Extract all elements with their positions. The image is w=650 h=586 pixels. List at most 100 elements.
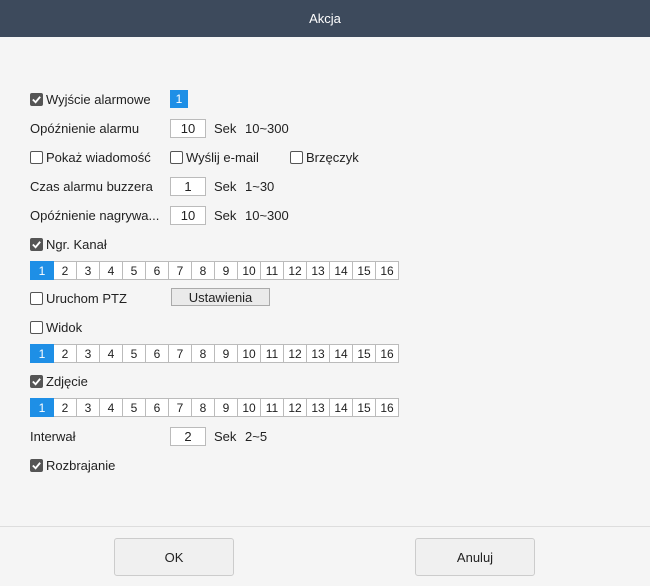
buzzer-time-label: Czas alarmu buzzera (30, 178, 153, 194)
snapshot-channel-selector: 1 2 3 4 5 6 7 8 9 10 11 12 13 14 15 16 (30, 398, 399, 417)
record-channel-channel-10[interactable]: 10 (237, 261, 261, 280)
alarm-delay-input[interactable]: 10 (170, 119, 206, 138)
snapshot-channel-1[interactable]: 1 (30, 398, 54, 417)
snapshot-channel-5[interactable]: 5 (122, 398, 146, 417)
record-channel-channel-2[interactable]: 2 (53, 261, 77, 280)
alarm-output-label: Wyjście alarmowe (46, 91, 151, 107)
record-channel-channel-12[interactable]: 12 (283, 261, 307, 280)
interval-range: 2~5 (245, 429, 268, 444)
snapshot-row[interactable]: Zdjęcie (30, 371, 88, 391)
buzzer-time-range: 1~30 (245, 179, 275, 194)
action-form: Wyjście alarmowe 1 Opóźnienie alarmu 10 … (0, 37, 650, 526)
snapshot-channel-8[interactable]: 8 (191, 398, 215, 417)
snapshot-channel-2[interactable]: 2 (53, 398, 77, 417)
alarm-output-checkbox[interactable] (30, 92, 43, 106)
record-channel-channel-13[interactable]: 13 (306, 261, 330, 280)
send-email-checkbox[interactable] (170, 150, 183, 164)
record-channel-channel-9[interactable]: 9 (214, 261, 238, 280)
snapshot-checkbox[interactable] (30, 374, 43, 388)
disarm-checkbox[interactable] (30, 458, 43, 472)
view-channel-12[interactable]: 12 (283, 344, 307, 363)
view-checkbox[interactable] (30, 320, 43, 334)
buzzer-option[interactable]: Brzęczyk (290, 147, 359, 167)
ok-button[interactable]: OK (114, 538, 234, 576)
interval-input[interactable]: 2 (170, 427, 206, 446)
record-channel-checkbox[interactable] (30, 237, 43, 251)
view-channel-15[interactable]: 15 (352, 344, 376, 363)
record-channel-channel-14[interactable]: 14 (329, 261, 353, 280)
record-delay-input[interactable]: 10 (170, 206, 206, 225)
view-channel-3[interactable]: 3 (76, 344, 100, 363)
dialog-footer: OK Anuluj (0, 526, 650, 586)
snapshot-channel-11[interactable]: 11 (260, 398, 284, 417)
snapshot-channel-6[interactable]: 6 (145, 398, 169, 417)
view-label: Widok (46, 319, 83, 335)
view-channel-1[interactable]: 1 (30, 344, 54, 363)
buzzer-time-input[interactable]: 1 (170, 177, 206, 196)
view-channel-8[interactable]: 8 (191, 344, 215, 363)
view-channel-6[interactable]: 6 (145, 344, 169, 363)
record-delay-row: Opóźnienie nagrywa... (30, 205, 159, 225)
record-channel-label: Ngr. Kanał (46, 236, 107, 252)
view-channel-selector: 1 2 3 4 5 6 7 8 9 10 11 12 13 14 15 16 (30, 344, 399, 363)
snapshot-channel-14[interactable]: 14 (329, 398, 353, 417)
record-channel-channel-5[interactable]: 5 (122, 261, 146, 280)
record-channel-channel-11[interactable]: 11 (260, 261, 284, 280)
record-channel-channel-8[interactable]: 8 (191, 261, 215, 280)
view-channel-13[interactable]: 13 (306, 344, 330, 363)
buzzer-time-unit: Sek (214, 179, 237, 194)
disarm-label: Rozbrajanie (46, 457, 116, 473)
snapshot-channel-7[interactable]: 7 (168, 398, 192, 417)
snapshot-channel-16[interactable]: 16 (375, 398, 399, 417)
snapshot-channel-12[interactable]: 12 (283, 398, 307, 417)
buzzer-checkbox[interactable] (290, 150, 303, 164)
alarm-delay-range: 10~300 (245, 121, 289, 136)
record-channel-selector: 1 2 3 4 5 6 7 8 9 10 11 12 13 14 15 16 (30, 261, 399, 280)
view-channel-11[interactable]: 11 (260, 344, 284, 363)
record-channel-channel-1[interactable]: 1 (30, 261, 54, 280)
snapshot-channel-15[interactable]: 15 (352, 398, 376, 417)
check-icon (32, 240, 41, 249)
send-email-label: Wyślij e-mail (186, 149, 259, 165)
record-channel-channel-4[interactable]: 4 (99, 261, 123, 280)
send-email-option[interactable]: Wyślij e-mail (170, 147, 259, 167)
record-channel-channel-16[interactable]: 16 (375, 261, 399, 280)
snapshot-channel-13[interactable]: 13 (306, 398, 330, 417)
snapshot-channel-3[interactable]: 3 (76, 398, 100, 417)
alarm-output-number[interactable]: 1 (170, 90, 188, 108)
snapshot-channel-10[interactable]: 10 (237, 398, 261, 417)
window-title: Akcja (309, 11, 341, 26)
view-channel-10[interactable]: 10 (237, 344, 261, 363)
view-channel-5[interactable]: 5 (122, 344, 146, 363)
record-channel-row[interactable]: Ngr. Kanał (30, 234, 107, 254)
record-channel-channel-6[interactable]: 6 (145, 261, 169, 280)
record-channel-channel-7[interactable]: 7 (168, 261, 192, 280)
view-channel-7[interactable]: 7 (168, 344, 192, 363)
view-channel-9[interactable]: 9 (214, 344, 238, 363)
record-channel-channel-3[interactable]: 3 (76, 261, 100, 280)
ptz-checkbox[interactable] (30, 291, 43, 305)
alarm-output-row: Wyjście alarmowe (30, 89, 151, 109)
view-channel-16[interactable]: 16 (375, 344, 399, 363)
show-message-label: Pokaż wiadomość (46, 149, 151, 165)
view-channel-14[interactable]: 14 (329, 344, 353, 363)
view-channel-4[interactable]: 4 (99, 344, 123, 363)
ptz-settings-button[interactable]: Ustawienia (171, 288, 270, 306)
snapshot-channel-9[interactable]: 9 (214, 398, 238, 417)
show-message-checkbox[interactable] (30, 150, 43, 164)
view-row[interactable]: Widok (30, 317, 82, 337)
interval-label: Interwał (30, 428, 76, 444)
disarm-row[interactable]: Rozbrajanie (30, 455, 115, 475)
ptz-row[interactable]: Uruchom PTZ (30, 288, 127, 308)
check-icon (32, 377, 41, 386)
check-icon (32, 461, 41, 470)
record-channel-channel-15[interactable]: 15 (352, 261, 376, 280)
snapshot-channel-4[interactable]: 4 (99, 398, 123, 417)
buzzer-label: Brzęczyk (306, 149, 359, 165)
show-message-option[interactable]: Pokaż wiadomość (30, 147, 151, 167)
interval-unit: Sek (214, 429, 237, 444)
interval-row: Interwał (30, 426, 76, 446)
view-channel-2[interactable]: 2 (53, 344, 77, 363)
title-bar: Akcja (0, 0, 650, 37)
cancel-button[interactable]: Anuluj (415, 538, 535, 576)
